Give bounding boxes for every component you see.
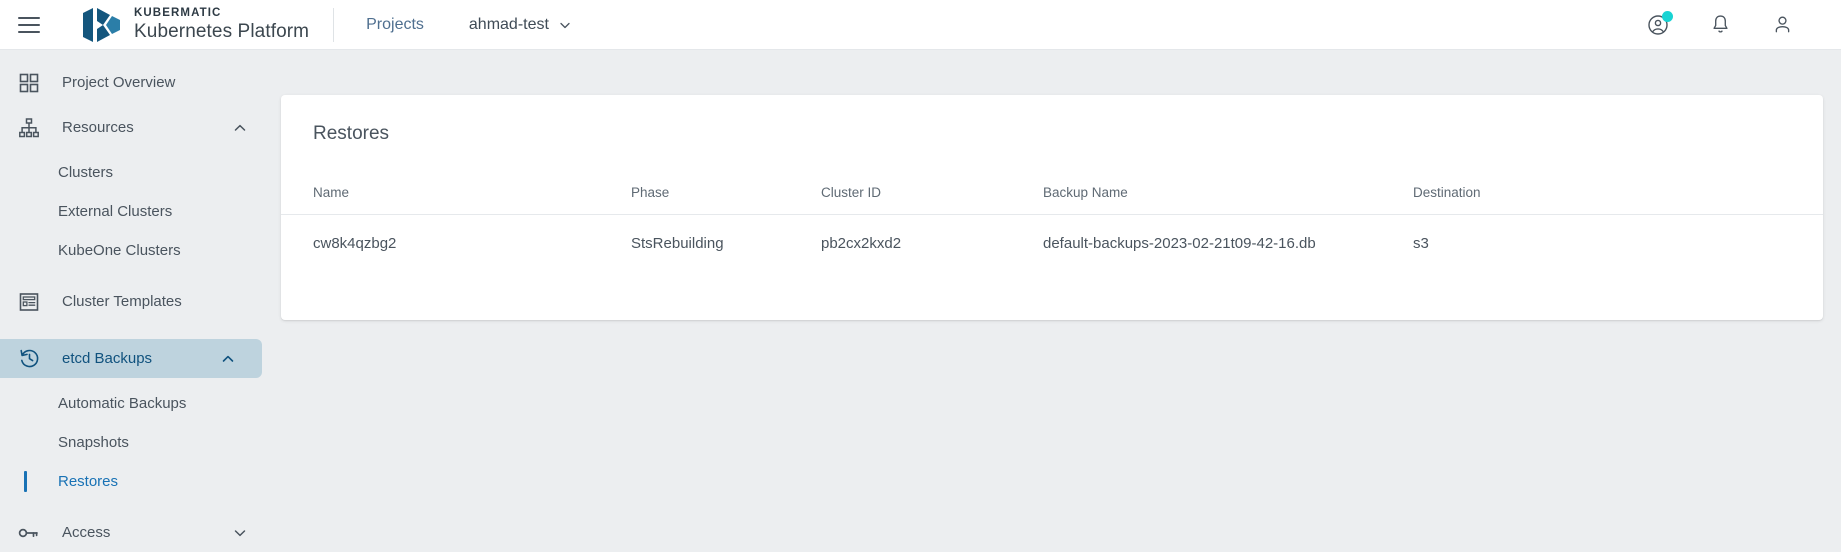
sidebar-item-label: Snapshots (58, 434, 129, 451)
table-row[interactable]: cw8k4qzbg2 StsRebuilding pb2cx2kxd2 defa… (281, 215, 1823, 272)
cell-phase: StsRebuilding (631, 235, 821, 252)
sidebar-spacer (0, 327, 274, 339)
restores-table: Name Phase Cluster ID Backup Name Destin… (281, 171, 1823, 272)
table-header-row: Name Phase Cluster ID Backup Name Destin… (281, 171, 1823, 215)
user-account-icon (1771, 13, 1794, 36)
sidebar-item-access[interactable]: Access (0, 513, 274, 552)
chevron-up-icon[interactable] (220, 351, 236, 367)
header-actions (1645, 12, 1795, 38)
cell-destination: s3 (1413, 235, 1713, 252)
sidebar-navigation: Project Overview Resources Clusters Exte… (0, 50, 274, 543)
key-icon (18, 522, 40, 544)
cell-name: cw8k4qzbg2 (281, 235, 631, 252)
column-header-backup-name: Backup Name (1043, 185, 1413, 200)
bell-icon (1709, 13, 1732, 36)
sidebar-item-etcd-backups[interactable]: etcd Backups (0, 339, 262, 378)
sidebar-item-label: Automatic Backups (58, 395, 186, 412)
cell-backup-name: default-backups-2023-02-21t09-42-16.db (1043, 235, 1413, 252)
sidebar-item-automatic-backups[interactable]: Automatic Backups (0, 384, 274, 423)
support-badge-dot (1662, 11, 1673, 22)
sidebar-item-label: Cluster Templates (62, 293, 274, 310)
top-header-bar: KUBERMATIC Kubernetes Platform Projects … (0, 0, 1841, 50)
sidebar-item-label: Resources (62, 119, 232, 136)
sidebar-item-kubeone-clusters[interactable]: KubeOne Clusters (0, 231, 274, 270)
sidebar-spacer (0, 501, 274, 513)
sidebar-item-label: etcd Backups (62, 350, 220, 367)
column-header-destination: Destination (1413, 185, 1713, 200)
chevron-down-icon[interactable] (232, 525, 248, 541)
project-selector[interactable]: ahmad-test (469, 16, 571, 34)
brand-text: KUBERMATIC Kubernetes Platform (134, 8, 309, 42)
sidebar-item-label: Access (62, 524, 232, 541)
sidebar-item-label: Clusters (58, 164, 113, 181)
projects-link[interactable]: Projects (366, 16, 424, 34)
hamburger-menu-icon[interactable] (18, 12, 44, 38)
sidebar-item-label: Restores (58, 473, 118, 490)
hamburger-line (18, 17, 40, 19)
column-header-name: Name (281, 185, 631, 200)
column-header-phase: Phase (631, 185, 821, 200)
page-title: Restores (281, 95, 1823, 145)
account-button[interactable] (1769, 12, 1795, 38)
sidebar-item-label: Project Overview (62, 74, 274, 91)
hamburger-line (18, 24, 40, 26)
sidebar-item-clusters[interactable]: Clusters (0, 153, 274, 192)
hierarchy-tree-icon (18, 117, 40, 139)
brand-title-top: KUBERMATIC (134, 8, 309, 20)
project-selector-label: ahmad-test (469, 16, 549, 34)
chevron-down-icon (559, 19, 571, 31)
brand-logo[interactable]: KUBERMATIC Kubernetes Platform (82, 8, 309, 42)
support-button[interactable] (1645, 12, 1671, 38)
history-restore-icon (18, 348, 40, 370)
sidebar-item-external-clusters[interactable]: External Clusters (0, 192, 274, 231)
brand-title-bottom: Kubernetes Platform (134, 22, 309, 41)
column-header-cluster-id: Cluster ID (821, 185, 1043, 200)
chevron-up-icon[interactable] (232, 120, 248, 136)
sidebar-item-label: KubeOne Clusters (58, 242, 181, 259)
sidebar-item-restores[interactable]: Restores (0, 462, 274, 501)
kubermatic-logo-icon (82, 8, 122, 42)
sidebar-item-label: External Clusters (58, 203, 172, 220)
hamburger-line (18, 31, 40, 33)
notifications-button[interactable] (1707, 12, 1733, 38)
grid-squares-icon (18, 72, 40, 94)
sidebar-item-project-overview[interactable]: Project Overview (0, 63, 274, 102)
cell-cluster-id: pb2cx2kxd2 (821, 235, 1043, 252)
document-list-icon (18, 291, 40, 313)
sidebar-item-snapshots[interactable]: Snapshots (0, 423, 274, 462)
sidebar-item-resources[interactable]: Resources (0, 108, 274, 147)
sidebar-spacer (0, 270, 274, 282)
header-divider (333, 8, 334, 42)
restores-card: Restores Name Phase Cluster ID Backup Na… (281, 95, 1823, 320)
sidebar-item-cluster-templates[interactable]: Cluster Templates (0, 282, 274, 321)
